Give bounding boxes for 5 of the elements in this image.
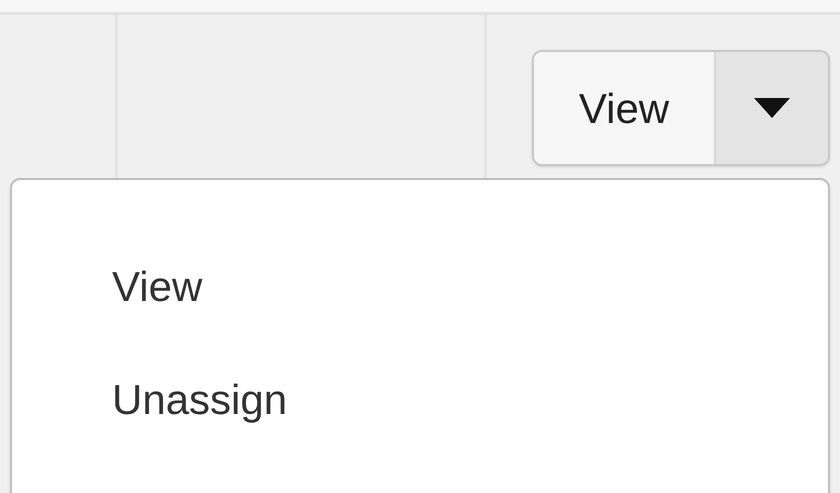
menu-item[interactable]: View — [12, 230, 828, 343]
caret-icon — [754, 98, 790, 118]
dropdown-toggle[interactable] — [716, 52, 828, 164]
menu-item[interactable]: Unassign — [12, 343, 828, 456]
view-button[interactable]: View — [534, 52, 716, 164]
